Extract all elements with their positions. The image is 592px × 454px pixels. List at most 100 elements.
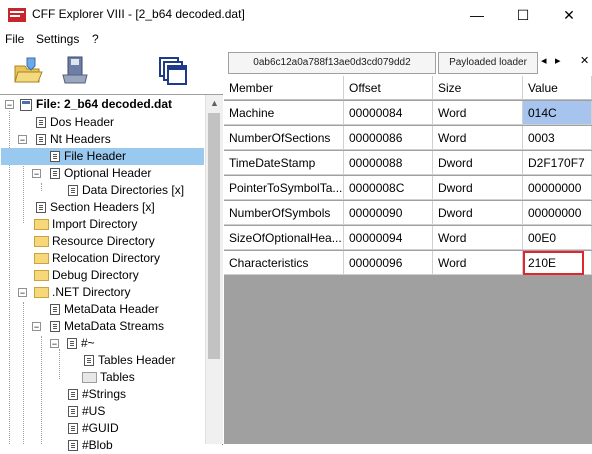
collapse-icon[interactable]: −	[5, 100, 14, 110]
cell-offset: 00000088	[344, 151, 433, 175]
tab-prev-icon[interactable]: ◂	[541, 54, 547, 67]
cell-value[interactable]: D2F170F7	[523, 151, 592, 175]
tree-item-blob[interactable]: #Blob	[68, 437, 113, 454]
cell-member: Machine	[224, 101, 344, 125]
column-header-offset[interactable]: Offset	[344, 76, 433, 100]
tree-line	[41, 336, 42, 444]
tree-item-label: File Header	[64, 149, 127, 163]
menu-file[interactable]: File	[5, 32, 24, 46]
tree-item-metadata-header[interactable]: MetaData Header	[50, 301, 159, 318]
tree-line	[23, 302, 24, 444]
table-row[interactable]: TimeDateStamp 00000088 Dword D2F170F7	[224, 151, 592, 176]
tree-item-resource-directory[interactable]: Resource Directory	[34, 233, 155, 250]
folder-icon	[34, 253, 49, 265]
tree-item-import-directory[interactable]: Import Directory	[34, 216, 137, 233]
tree-item-label: #GUID	[82, 421, 119, 435]
cell-value-fill	[584, 251, 592, 275]
app-icon	[8, 8, 26, 22]
cell-value[interactable]: 00000000	[523, 201, 592, 225]
cell-offset: 00000090	[344, 201, 433, 225]
table-row[interactable]: NumberOfSymbols 00000090 Dword 00000000	[224, 201, 592, 226]
cell-member: NumberOfSymbols	[224, 201, 344, 225]
maximize-button[interactable]: ☐	[500, 0, 546, 30]
cell-size: Dword	[433, 151, 523, 175]
tree-item-strings[interactable]: #Strings	[68, 386, 126, 403]
menu-help[interactable]: ?	[92, 32, 99, 46]
windows-icon[interactable]	[158, 56, 188, 86]
tree-item-label: Optional Header	[64, 166, 152, 180]
cell-size: Word	[433, 126, 523, 150]
close-button[interactable]: ✕	[546, 0, 592, 30]
tree-item-label: .NET Directory	[52, 285, 131, 299]
tree-line	[59, 349, 60, 379]
cell-member: Characteristics	[224, 251, 344, 275]
open-folder-icon[interactable]	[13, 56, 43, 86]
save-disk-icon[interactable]	[60, 55, 90, 85]
tab-label: Payloaded loader	[449, 57, 527, 68]
document-icon	[84, 355, 94, 367]
document-icon	[68, 423, 78, 435]
collapse-icon[interactable]: −	[18, 288, 27, 298]
menu-settings[interactable]: Settings	[36, 32, 79, 46]
folder-icon	[34, 287, 49, 299]
tab-file[interactable]: 0ab6c12a0a788f13ae0d3cd079dd2	[228, 52, 436, 74]
cell-member: NumberOfSections	[224, 126, 344, 150]
grid-header-row: Member Offset Size Value	[224, 76, 592, 101]
tree-item-label: Dos Header	[50, 115, 115, 129]
cell-offset: 00000084	[344, 101, 433, 125]
collapse-icon[interactable]: −	[32, 169, 41, 179]
minimize-button[interactable]: —	[454, 0, 500, 30]
tree-item-file-header[interactable]: File Header	[1, 148, 204, 165]
column-header-size[interactable]: Size	[433, 76, 523, 100]
table-row[interactable]: NumberOfSections 00000086 Word 0003	[224, 126, 592, 151]
column-header-member[interactable]: Member	[224, 76, 344, 100]
cell-offset: 0000008C	[344, 176, 433, 200]
scroll-up-icon[interactable]: ▲	[206, 95, 223, 112]
cell-value[interactable]: 210E	[523, 251, 584, 275]
cell-value[interactable]: 0003	[523, 126, 592, 150]
table-row[interactable]: PointerToSymbolTa... 0000008C Dword 0000…	[224, 176, 592, 201]
cell-value[interactable]: 00E0	[523, 226, 592, 250]
folder-icon	[34, 270, 49, 282]
scroll-thumb[interactable]	[208, 113, 220, 359]
document-icon	[68, 389, 78, 401]
tree-item-label: MetaData Streams	[64, 319, 165, 333]
tab-bar: 0ab6c12a0a788f13ae0d3cd079dd2 Payloaded …	[222, 50, 592, 74]
document-icon	[68, 440, 78, 452]
tree-item-guid[interactable]: #GUID	[68, 420, 119, 437]
document-icon	[36, 202, 46, 214]
table-row[interactable]: Machine 00000084 Word 014C	[224, 101, 592, 126]
table-row[interactable]: SizeOfOptionalHea... 00000094 Word 00E0	[224, 226, 592, 251]
tree-scrollbar[interactable]: ▲	[205, 95, 223, 444]
cell-value[interactable]: 00000000	[523, 176, 592, 200]
tree-item-data-directories[interactable]: Data Directories [x]	[68, 182, 184, 199]
tree-item-label: Section Headers [x]	[50, 200, 155, 214]
tree-item-tables-header[interactable]: Tables Header	[84, 352, 175, 369]
tab-close-icon[interactable]: ✕	[580, 54, 589, 67]
tree-item-label: #US	[82, 404, 106, 418]
data-grid: Member Offset Size Value Machine 0000008…	[224, 76, 592, 444]
tree-item-tables[interactable]: Tables	[82, 369, 135, 386]
cell-size: Word	[433, 226, 523, 250]
tab-next-icon[interactable]: ▸	[555, 54, 561, 67]
tree-item-label: Tables	[100, 370, 135, 384]
tab-payloaded-loader[interactable]: Payloaded loader	[438, 52, 538, 74]
table-row[interactable]: Characteristics 00000096 Word 210E	[224, 251, 592, 276]
collapse-icon[interactable]: −	[50, 339, 59, 349]
cell-offset: 00000096	[344, 251, 433, 275]
cell-member: PointerToSymbolTa...	[224, 176, 344, 200]
tree-item-section-headers[interactable]: Section Headers [x]	[36, 199, 155, 216]
document-icon	[50, 321, 60, 333]
tree-item-us[interactable]: #US	[68, 403, 105, 420]
menu-bar: File Settings ?	[0, 30, 592, 50]
cell-value[interactable]: 014C	[523, 101, 592, 125]
cell-size: Word	[433, 251, 523, 275]
collapse-icon[interactable]: −	[32, 322, 41, 332]
column-header-value[interactable]: Value	[523, 76, 592, 100]
tree-item-debug-directory[interactable]: Debug Directory	[34, 267, 139, 284]
tree-item-relocation-directory[interactable]: Relocation Directory	[34, 250, 160, 267]
cell-offset: 00000094	[344, 226, 433, 250]
document-icon	[68, 406, 78, 418]
collapse-icon[interactable]: −	[18, 135, 27, 145]
tree-item-dos-header[interactable]: Dos Header	[36, 114, 114, 131]
